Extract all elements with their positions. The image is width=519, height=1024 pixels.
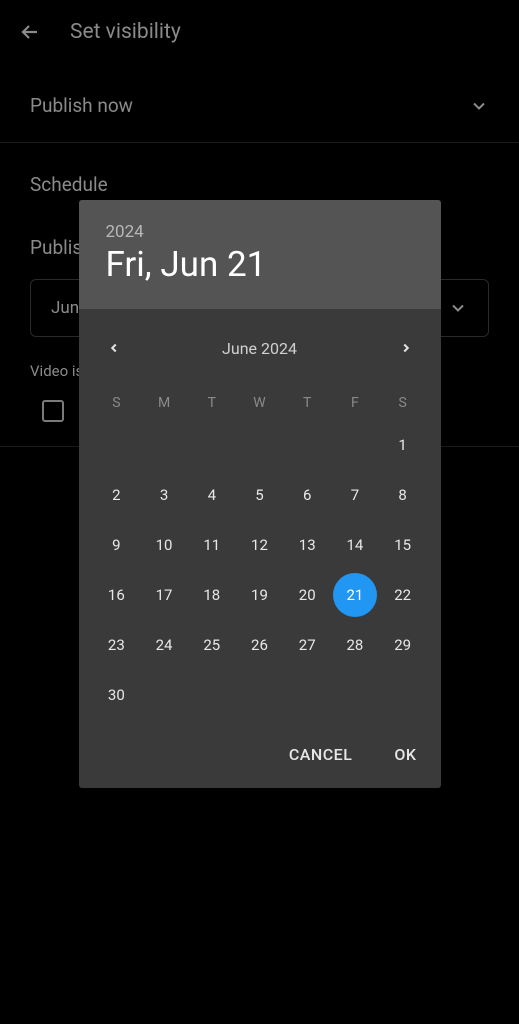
weekday-label: S xyxy=(379,387,427,419)
day-cell[interactable]: 1 xyxy=(379,427,427,463)
weekday-label: S xyxy=(93,387,141,419)
month-label: June 2024 xyxy=(222,339,297,358)
day-empty xyxy=(93,427,141,463)
weekday-label: T xyxy=(283,387,331,419)
day-cell[interactable]: 15 xyxy=(379,527,427,563)
day-cell[interactable]: 11 xyxy=(188,527,236,563)
day-cell[interactable]: 16 xyxy=(93,577,141,613)
month-nav: June 2024 xyxy=(79,309,441,369)
day-cell[interactable]: 21 xyxy=(331,577,379,613)
selected-date-text[interactable]: Fri, Jun 21 xyxy=(106,244,414,285)
cancel-button[interactable]: CANCEL xyxy=(289,745,353,764)
weekday-label: F xyxy=(331,387,379,419)
day-cell[interactable]: 25 xyxy=(188,627,236,663)
day-empty xyxy=(236,427,284,463)
day-empty xyxy=(188,427,236,463)
day-cell[interactable]: 20 xyxy=(283,577,331,613)
weekday-label: T xyxy=(188,387,236,419)
day-cell[interactable]: 19 xyxy=(236,577,284,613)
day-cell[interactable]: 10 xyxy=(140,527,188,563)
day-cell[interactable]: 28 xyxy=(331,627,379,663)
day-cell[interactable]: 24 xyxy=(140,627,188,663)
day-cell[interactable]: 2 xyxy=(93,477,141,513)
day-cell[interactable]: 26 xyxy=(236,627,284,663)
day-cell[interactable]: 29 xyxy=(379,627,427,663)
prev-month-button[interactable] xyxy=(101,335,127,361)
day-cell[interactable]: 9 xyxy=(93,527,141,563)
day-cell[interactable]: 18 xyxy=(188,577,236,613)
day-empty xyxy=(140,427,188,463)
weekday-label: M xyxy=(140,387,188,419)
day-cell[interactable]: 17 xyxy=(140,577,188,613)
day-cell[interactable]: 13 xyxy=(283,527,331,563)
day-cell[interactable]: 7 xyxy=(331,477,379,513)
day-cell[interactable]: 30 xyxy=(93,677,141,713)
day-cell[interactable]: 27 xyxy=(283,627,331,663)
day-cell[interactable]: 4 xyxy=(188,477,236,513)
modal-overlay: 2024 Fri, Jun 21 June 2024 SMTWTFS 12345… xyxy=(0,0,519,1024)
day-cell[interactable]: 23 xyxy=(93,627,141,663)
next-month-button[interactable] xyxy=(393,335,419,361)
day-empty xyxy=(331,427,379,463)
weekday-label: W xyxy=(236,387,284,419)
ok-button[interactable]: OK xyxy=(394,745,416,764)
day-cell[interactable]: 12 xyxy=(236,527,284,563)
day-cell[interactable]: 5 xyxy=(236,477,284,513)
modal-actions: CANCEL OK xyxy=(79,731,441,788)
day-cell[interactable]: 3 xyxy=(140,477,188,513)
day-cell[interactable]: 22 xyxy=(379,577,427,613)
days-grid: 1234567891011121314151617181920212223242… xyxy=(79,419,441,731)
date-picker-header: 2024 Fri, Jun 21 xyxy=(79,200,441,309)
date-picker: 2024 Fri, Jun 21 June 2024 SMTWTFS 12345… xyxy=(79,200,441,788)
day-empty xyxy=(283,427,331,463)
year-text[interactable]: 2024 xyxy=(106,222,414,242)
day-cell[interactable]: 6 xyxy=(283,477,331,513)
weekdays-row: SMTWTFS xyxy=(79,369,441,419)
day-cell[interactable]: 14 xyxy=(331,527,379,563)
day-cell[interactable]: 8 xyxy=(379,477,427,513)
